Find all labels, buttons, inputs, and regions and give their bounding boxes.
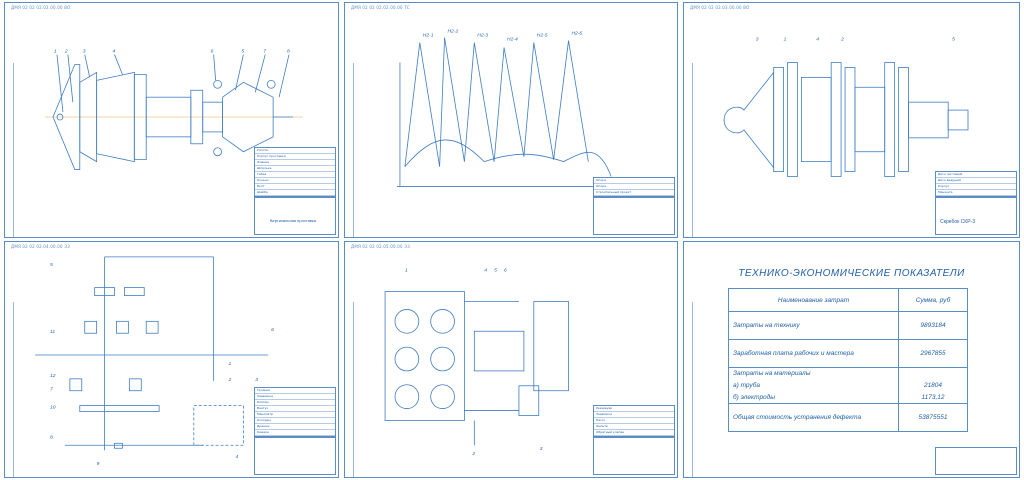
callout-label: 5 [241,49,244,55]
tep-table: Наименование затрат Сумма, руб Затраты н… [728,288,968,432]
dimension-label: H2-2 [448,29,459,35]
callout-label: 4 [484,268,487,274]
title-block [593,437,675,475]
callout-label: 3 [756,37,759,43]
cost-name: Затраты на материалы [728,367,899,380]
cost-value: 1173,12 [898,391,968,404]
cost-name: а) труба [728,379,899,392]
sheet-scraper-3: ДМЯ 02 02 02.03.00.00 ВО 3 1 4 2 5 Диск … [683,2,1020,238]
callout-label: 7 [263,49,266,55]
specification-table: Опора Опора Строительный проект [593,177,675,197]
callout-label: 8 [287,49,290,55]
cost-value [898,367,968,380]
callout-label: 9 [97,461,100,467]
cost-value: 2967855 [898,339,968,368]
dimension-label: H2-5 [537,33,548,39]
callout-label: 7 [50,387,53,393]
callout-label: 4 [235,454,238,460]
callout-label: 3 [255,377,258,383]
tep-title: ТЕХНИКО-ЭКОНОМИЧЕСКИЕ ПОКАЗАТЕЛИ [738,268,965,279]
title-block [935,197,1017,235]
callout-label: 6 [211,49,214,55]
cost-value: 53875551 [898,403,968,432]
specification-table: Тройник Задвижка Клапан Вантуз Манометр Кол… [254,387,336,437]
dimension-label: H2-3 [477,33,488,39]
table-row: Затраты на материалы [728,367,968,380]
specification-table: Диск чистящий Диск ведущий Корпус Манжета [935,171,1017,197]
cost-name: Затраты на технику [728,311,899,340]
callout-label: 2 [64,49,68,55]
callout-label: 12 [50,373,56,379]
callout-label: 6 [271,327,274,333]
title-block [593,197,675,235]
specification-table: Резервуар Задвижка Насос Фильтр Обратный к… [593,405,675,437]
callout-label: 3 [83,49,86,55]
callout-label: 8 [50,434,53,440]
table-row: Общая стоимость устранения дефекта 53875… [728,403,968,432]
table-header-row: Наименование затрат Сумма, руб [728,288,968,312]
specification-table: Уплотн. Корпус проставки Фланец Шпилька Га… [254,147,336,197]
callout-label: 10 [50,405,56,411]
sheet-piping-4: ДМЯ 02 02 02.04.00.00 Э3 5 11 12 7 8 9 1… [4,241,339,478]
dimension-label: H2-1 [423,33,434,39]
callout-label: 1 [54,49,57,55]
cost-name: Общая стоимость устранения дефекта [728,403,899,432]
callout-label: 6 [504,268,507,274]
callout-label: 5 [952,37,955,43]
callout-label: 4 [113,49,116,55]
callout-label: 5 [50,262,53,268]
callout-label: 4 [816,37,819,43]
title-block [935,447,1017,475]
callout-label: 1 [784,37,787,43]
col-name-header: Наименование затрат [728,288,899,312]
cost-name: б) электроды [728,391,899,404]
side-strip [684,302,693,477]
callout-label: 1 [405,268,408,274]
sheet-title: Вертикальная проставка [269,218,316,223]
cost-value: 9893184 [898,311,968,340]
callout-label: 3 [540,446,543,452]
title-block [254,437,336,475]
title-block [254,197,336,235]
callout-label: 2 [840,37,844,43]
sheet-pumping-5: ДМЯ 02 02 02.05.00.00 Э3 1 4 5 6 3 2 Рез… [344,241,678,478]
col-sum-header: Сумма, руб [898,288,968,312]
table-row: б) электроды 1173,12 [728,391,968,404]
dimension-label: H2-4 [507,37,518,43]
callout-label: 2 [228,377,232,383]
callout-label: 11 [50,329,55,335]
sheet-assembly-1: ДМЯ 02 02 02.02.00.00 ВО 1 2 3 4 6 5 7 8… [4,2,339,238]
table-row: а) труба 21804 [728,379,968,392]
callout-label: 1 [229,361,232,367]
sheet-title: Скребок СКР-3 [940,219,975,225]
callout-label: 2 [471,451,475,457]
cost-value: 21804 [898,379,968,392]
callout-label: 5 [494,268,497,274]
cost-name: Заработная плата рабочих и мастера [728,339,899,368]
drawing-sheets-grid: ДМЯ 02 02 02.02.00.00 ВО 1 2 3 4 6 5 7 8… [0,0,1024,480]
table-row: Заработная плата рабочих и мастера 29678… [728,339,968,368]
dimension-label: H2-6 [571,31,582,37]
sheet-scheme-2: ДМЯ 02 02 02.02.00.00 ТС H2-1 H2-2 H2-3 … [344,2,678,238]
table-row: Затраты на технику 9893184 [728,311,968,340]
sheet-tep-6: ТЕХНИКО-ЭКОНОМИЧЕСКИЕ ПОКАЗАТЕЛИ Наимено… [683,241,1020,478]
